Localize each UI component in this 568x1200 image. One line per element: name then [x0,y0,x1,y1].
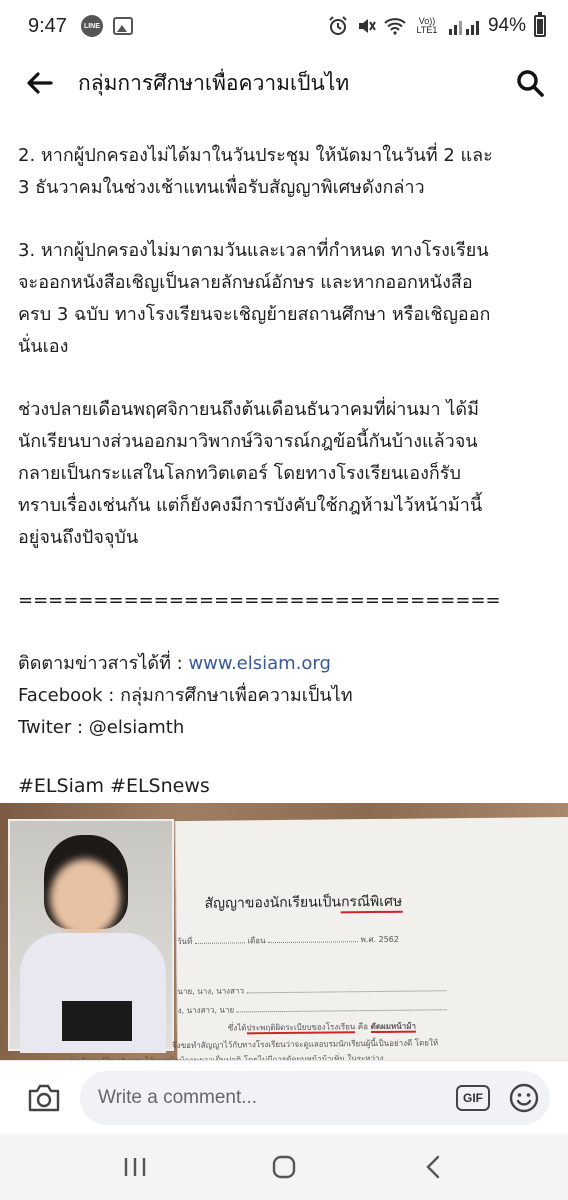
gallery-icon [112,17,133,35]
page-title: กลุ่มการศึกษาเพื่อความเป็นไท [78,70,350,95]
doc-line-2-text: ง, นางสาว, นาย [177,1005,235,1016]
post-paragraph: ช่วงปลายเดือนพฤศจิกายนถึงต้นเดือนธันวาคม… [18,394,558,554]
home-button[interactable] [259,1147,309,1187]
text-line: อยู่จนถึงปัจจุบัน [18,527,139,548]
doc-line-2: ง, นางสาว, นาย [178,1001,447,1017]
alarm-icon [329,16,347,35]
doc-year: พ.ศ. 2562 [360,934,399,945]
comment-placeholder: Write a comment... [98,1086,258,1108]
battery-fill [537,19,543,34]
doc-date-line: วันที่ เดือน พ.ศ. 2562 [177,933,399,948]
doc-title-highlight: กรณีพิเศษ [340,893,403,914]
recent-apps-icon [124,1158,145,1176]
status-bar: 9:47 LINE Vo)) LTE1 94% [0,0,568,52]
contract-document: สัญญาของนักเรียนเป็นกรณีพิเศษ วันที่ เดื… [68,816,568,1060]
status-time: 9:47 [28,14,67,37]
back-icon [426,1155,440,1179]
home-icon [272,1155,296,1179]
post-body: 2. หากผู้ปกครองไม่ได้มาในวันประชุม ให้นั… [18,140,558,802]
comment-input[interactable]: Write a comment... GIF [80,1070,550,1125]
battery-icon [534,12,546,37]
student-portrait [8,819,174,1053]
text-line: นักเรียนบางส่วนออกมาวิพากษ์วิจารณ์กฎข้อน… [18,431,478,452]
camera-button[interactable] [24,1078,64,1118]
mute-icon [358,19,376,33]
doc-line-4: จึงขอทำสัญญาไว้กับทางโรงเรียนว่าจะดูแลอบ… [172,1038,439,1051]
text-line: ทราบเรื่องเช่นกัน แต่ก็ยังคงมีการบังคับใ… [18,495,483,516]
post-photo[interactable]: สัญญาของนักเรียนเป็นกรณีพิเศษ วันที่ เดื… [0,803,568,1060]
twitter-line: Twiter : @elsiamth [18,717,185,738]
line-icon: LINE [80,15,103,37]
wifi-icon [384,18,406,35]
search-button[interactable] [512,65,548,101]
text-line: 3 ธันวาคมในช่วงเช้าแทนเพื่อรับสัญญาพิเศษ… [18,177,425,198]
text-line: กลายเป็นกระแสในโลกทวิตเตอร์ โดยทางโรงเรี… [18,463,461,484]
text-line: 3. หากผู้ปกครองไม่มาตามวันและเวลาที่กำหน… [18,240,489,261]
text-line: ครบ 3 ฉบับ ทางโรงเรียนจะเชิญย้ายสถานศึกษ… [18,304,491,325]
doc-line-3-bold: ตัดผมหน้าม้า [370,1021,417,1034]
post-paragraph: 3. หากผู้ปกครองไม่มาตามวันและเวลาที่กำหน… [18,235,558,363]
battery-percent: 94% [487,15,526,36]
doc-line-1-text: นาย, นาง, นางสาว [177,986,244,997]
blurred-face [50,859,120,937]
follow-line: ติดตามข่าวสารได้ที่ : www.elsiam.org [18,648,558,680]
text-line: นั่นเอง [18,336,69,357]
signal-icon [448,21,479,35]
doc-line-1: นาย, นาง, นางสาว [177,982,447,998]
doc-month-label: เดือน [247,936,266,946]
network-label: Vo)) LTE1 [416,16,438,35]
back-button[interactable] [22,65,58,101]
post-paragraph: 2. หากผู้ปกครองไม่ได้มาในวันประชุม ให้นั… [18,140,558,204]
facebook-line: Facebook : กลุ่มการศึกษาเพื่อความเป็นไท [18,685,353,706]
text-line: ช่วงปลายเดือนพฤศจิกายนถึงต้นเดือนธันวาคม… [18,399,479,420]
comment-bar: Write a comment... GIF [0,1060,568,1134]
follow-block: ติดตามข่าวสารได้ที่ : www.elsiam.org Fac… [18,648,558,744]
website-link[interactable]: www.elsiam.org [188,653,331,674]
separator-line: ================================ [18,585,558,617]
emoji-button[interactable] [508,1082,540,1114]
doc-line-3-highlight: ประพฤติผิดระเบียบของโรงเรียน [246,1022,356,1035]
doc-title: สัญญาของนักเรียนเป็นกรณีพิเศษ [204,891,403,915]
emoji-icon [509,1083,539,1112]
doc-title-prefix: สัญญาของนักเรียนเป็น [204,894,342,912]
doc-date-label: วันที่ [176,936,193,947]
arrow-left-icon [27,72,53,94]
text-line: 2. หากผู้ปกครองไม่ได้มาในวันประชุม ให้นั… [18,145,493,166]
app-header: กลุ่มการศึกษาเพื่อความเป็นไท [0,52,568,114]
follow-label: ติดตามข่าวสารได้ที่ : [18,653,189,674]
system-nav-bar [0,1134,568,1200]
separator-text: ================================ [18,590,501,611]
camera-icon [28,1084,60,1111]
text-line: จะออกหนังสือเชิญเป็นลายลักษณ์อักษร และหา… [18,272,473,293]
hashtags[interactable]: #ELSiam #ELSnews [18,770,558,802]
search-icon [517,70,544,97]
recent-apps-button[interactable] [110,1147,160,1187]
doc-line-3: ซึ่งได้ประพฤติผิดระเบียบของโรงเรียน คือ … [227,1020,417,1035]
nav-back-button[interactable] [408,1147,458,1187]
doc-line-3-suffix: คือ [355,1022,371,1032]
gif-button[interactable]: GIF [456,1084,490,1111]
doc-line-3-prefix: ซึ่งได้ [227,1023,247,1033]
